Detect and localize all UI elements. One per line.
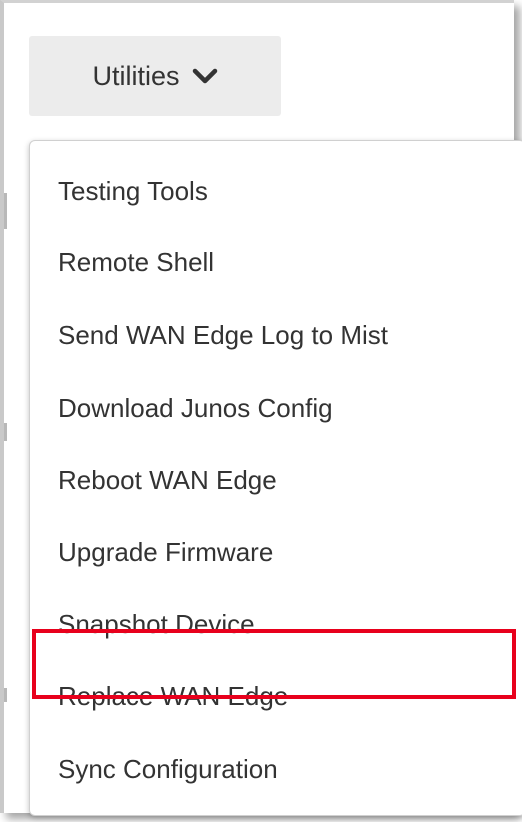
background-edge-mark [4, 688, 7, 702]
menu-item-remote-shell[interactable]: Remote Shell [30, 232, 522, 292]
menu-item-send-wan-edge-log[interactable]: Send WAN Edge Log to Mist [30, 305, 522, 365]
menu-item-testing-tools[interactable]: Testing Tools [30, 161, 522, 221]
menu-item-snapshot-device[interactable]: Snapshot Device [30, 594, 522, 654]
utilities-dropdown-button[interactable]: Utilities [29, 36, 281, 116]
utilities-label: Utilities [92, 60, 180, 91]
menu-item-replace-wan-edge[interactable]: Replace WAN Edge [30, 666, 522, 726]
screenshot-frame: Utilities Testing Tools Remote Shell Sen… [0, 0, 522, 816]
background-edge-mark [4, 423, 7, 441]
utilities-menu: Testing Tools Remote Shell Send WAN Edge… [29, 140, 522, 816]
background-edge-mark [4, 193, 7, 229]
menu-item-upgrade-firmware[interactable]: Upgrade Firmware [30, 522, 522, 582]
chevron-down-icon [192, 68, 217, 84]
menu-item-reboot-wan-edge[interactable]: Reboot WAN Edge [30, 450, 522, 510]
menu-item-sync-configuration[interactable]: Sync Configuration [30, 739, 522, 799]
menu-item-download-junos-config[interactable]: Download Junos Config [30, 378, 522, 438]
